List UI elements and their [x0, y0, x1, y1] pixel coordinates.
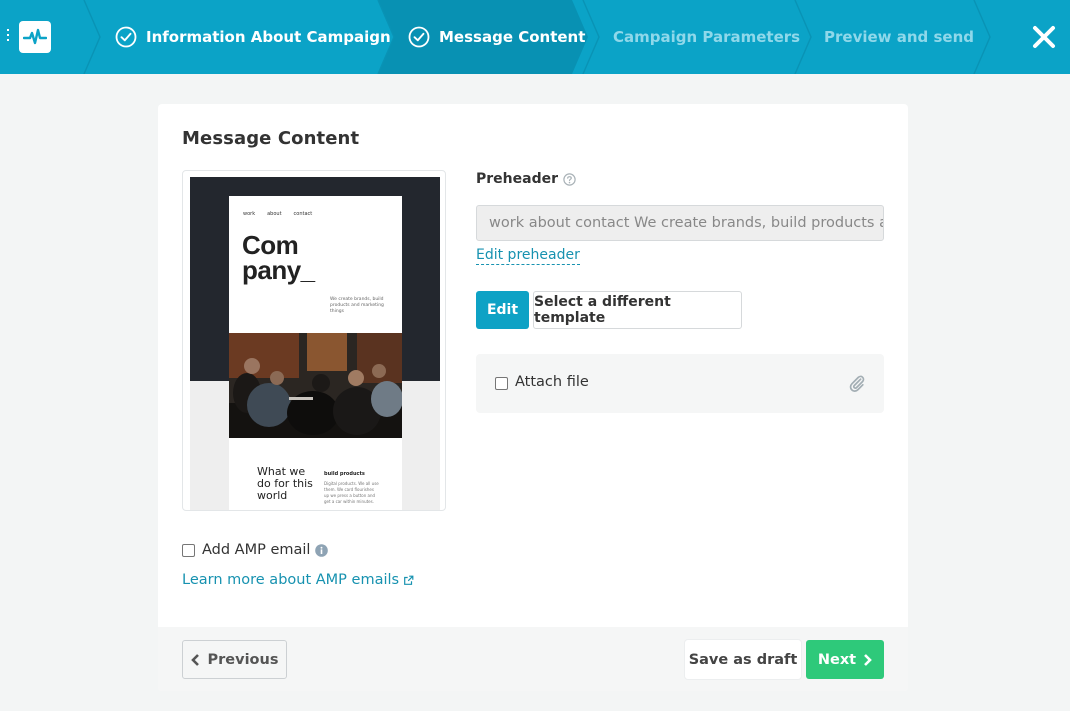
wizard-step-information[interactable]: Information About Campaign	[115, 0, 391, 74]
template-preview-canvas: work about contact Com pany_ We create bra…	[190, 177, 440, 510]
wizard-step-campaign-parameters[interactable]: Campaign Parameters	[613, 0, 800, 74]
check-circle-icon	[408, 26, 430, 48]
template-document: work about contact Com pany_ We create bra…	[229, 196, 402, 510]
template-section-title: What we do for this world	[257, 465, 313, 502]
previous-button-label: Previous	[207, 651, 279, 668]
amp-option: Add AMP email	[182, 542, 329, 558]
question-circle-icon[interactable]	[563, 172, 576, 186]
drag-grip-icon[interactable]	[7, 29, 11, 45]
info-circle-icon[interactable]	[315, 543, 329, 557]
edit-template-button[interactable]: Edit	[476, 291, 529, 329]
attach-file-panel: Attach file	[476, 354, 884, 413]
chevron-right-icon	[864, 653, 872, 666]
template-nav: work about contact	[243, 211, 313, 217]
wizard-step-label: Preview and send	[824, 28, 975, 46]
wizard-step-preview-send[interactable]: Preview and send	[824, 0, 974, 74]
template-tagline: We create brands, build products and mar…	[330, 297, 384, 314]
template-build-heading: build products	[324, 471, 365, 477]
attach-file-label[interactable]: Attach file	[515, 374, 589, 390]
close-icon[interactable]	[1029, 22, 1059, 52]
next-button-label: Next	[817, 651, 857, 668]
template-build-text: Digital products. We all use them. We ca…	[324, 481, 379, 504]
wizard-step-message-content[interactable]: Message Content	[408, 0, 585, 74]
template-preview[interactable]: work about contact Com pany_ We create bra…	[182, 170, 446, 511]
paperclip-icon[interactable]	[847, 373, 867, 393]
template-hero-photo	[229, 333, 402, 438]
previous-button[interactable]: Previous	[182, 640, 287, 679]
template-logo: Com pany_	[242, 230, 315, 285]
preheader-input[interactable]: work about contact We create brands, bui…	[476, 205, 884, 241]
amp-email-label[interactable]: Add AMP email	[202, 542, 310, 558]
external-link-icon	[404, 575, 414, 585]
edit-preheader-link[interactable]: Edit preheader	[476, 247, 580, 265]
page-title: Message Content	[182, 128, 360, 149]
select-template-button[interactable]: Select a different template	[533, 291, 742, 329]
wizard-step-label: Information About Campaign	[146, 28, 391, 46]
save-draft-button[interactable]: Save as draft	[685, 640, 801, 679]
wizard-step-label: Campaign Parameters	[613, 28, 801, 46]
learn-more-amp-link[interactable]: Learn more about AMP emails	[182, 572, 414, 588]
chevron-left-icon	[190, 653, 199, 666]
pulse-logo-icon[interactable]	[19, 21, 51, 53]
check-circle-icon	[115, 26, 137, 48]
attach-file-checkbox[interactable]	[495, 377, 508, 390]
amp-email-checkbox[interactable]	[182, 543, 195, 557]
next-button[interactable]: Next	[806, 640, 884, 679]
wizard-bar: Information About Campaign Message Conte…	[0, 0, 1070, 74]
card-footer: Previous Save as draft Next	[158, 627, 908, 691]
message-content-card: Message Content work about contact Com pan…	[158, 104, 908, 691]
preheader-label: Preheader	[476, 171, 576, 187]
wizard-step-label: Message Content	[439, 28, 586, 46]
